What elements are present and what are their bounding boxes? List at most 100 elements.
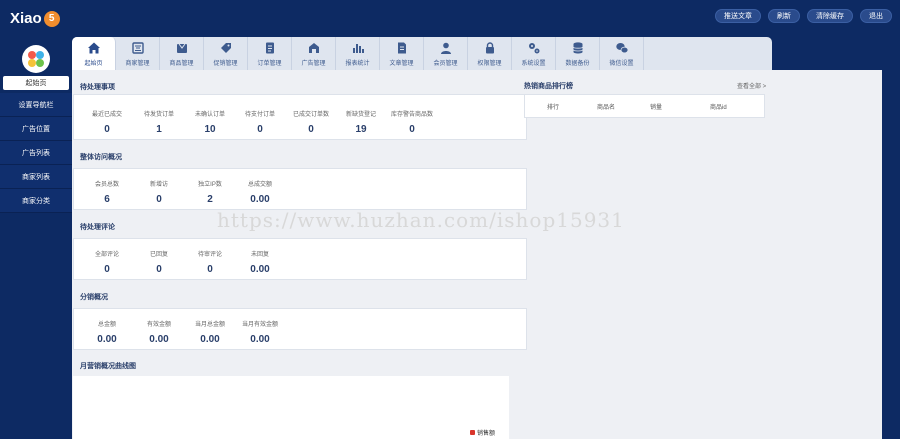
stat-item[interactable]: 会员总数 6 (82, 179, 132, 205)
avatar[interactable] (22, 45, 50, 73)
stat-item[interactable]: 库存警告商品数 0 (387, 109, 437, 135)
stat-item[interactable]: 待支付订单 0 (235, 109, 285, 135)
stat-item[interactable]: 未回复 0.00 (235, 249, 285, 275)
stat-item[interactable]: 当月有效金额 0.00 (235, 319, 285, 345)
stat-item[interactable]: 最近已成交 0 (82, 109, 132, 135)
order-icon (263, 41, 277, 55)
sidebar: 起始页 设置导航栏 广告位置 广告列表 商家列表 商家分类 (0, 36, 72, 439)
stat-value: 2 (207, 194, 213, 205)
stat-value: 0 (104, 264, 110, 275)
tab-ad[interactable]: 广告管理 (292, 37, 336, 70)
tab-report[interactable]: 报表统计 (336, 37, 380, 70)
stat-item[interactable]: 已回复 0 (134, 249, 184, 275)
tab-merchant[interactable]: 商家管理 (116, 37, 160, 70)
stat-value: 0 (308, 124, 314, 135)
stat-value: 0 (409, 124, 415, 135)
article-icon (395, 41, 409, 55)
sidebar-item-start[interactable]: 起始页 (3, 76, 69, 90)
main-content: 待处理事项 最近已成交 0 待发货订单 1 未确认订单 10 待支付订单 0 已成交订单… (72, 70, 882, 439)
chart-legend[interactable]: 销售额 (469, 428, 495, 437)
stat-label: 当月有效金额 (241, 322, 278, 328)
todo-title: 待处理事项 (80, 84, 115, 91)
stat-item[interactable]: 全部评论 0 (82, 249, 132, 275)
stat-value: 0 (207, 264, 213, 275)
tab-label: 商品管理 (169, 60, 194, 67)
side-menu: 起始页 设置导航栏 广告位置 广告列表 商家列表 商家分类 (0, 76, 72, 213)
clear-cache-button[interactable]: 清除缓存 (807, 9, 853, 23)
sidebar-item-ad-list[interactable]: 广告列表 (0, 141, 72, 165)
stat-value: 0 (257, 124, 263, 135)
tab-wechat[interactable]: 微信设置 (600, 37, 644, 70)
sidebar-item-ad-position[interactable]: 广告位置 (0, 117, 72, 141)
stat-label: 独立IP数 (198, 182, 222, 188)
stat-item[interactable]: 总成交额 0.00 (235, 179, 285, 205)
tab-goods[interactable]: 商品管理 (160, 37, 204, 70)
wechat-icon (615, 41, 629, 55)
right-edge (882, 70, 900, 439)
stat-item[interactable]: 总金额 0.00 (82, 319, 132, 345)
legend-label: 销售额 (476, 431, 495, 437)
tab-promotion[interactable]: 促销管理 (204, 37, 248, 70)
gear-icon (527, 41, 541, 55)
tab-backup[interactable]: 数据备份 (556, 37, 600, 70)
stat-item[interactable]: 有效金额 0.00 (134, 319, 184, 345)
logout-button[interactable]: 退出 (860, 9, 892, 23)
ranking-col-name: 商品名 (597, 104, 616, 111)
top-actions: 推送文章 刷新 清除缓存 退出 (715, 9, 892, 23)
tab-permission[interactable]: 权限管理 (468, 37, 512, 70)
stat-label: 有效金额 (146, 322, 171, 328)
ranking-table: 排行 商品名 销量 商品id (524, 94, 765, 118)
sidebar-item-nav-settings[interactable]: 设置导航栏 (0, 93, 72, 117)
trend-chart: 销售额 (73, 376, 509, 439)
stat-item[interactable]: 新缺货登记 19 (336, 109, 386, 135)
tab-label: 促销管理 (213, 60, 238, 67)
trend-title: 月营销概况曲线图 (80, 363, 136, 370)
sidebar-item-merchant-list[interactable]: 商家列表 (0, 165, 72, 189)
stat-item[interactable]: 已成交订单数 0 (286, 109, 336, 135)
stat-label: 待支付订单 (244, 112, 275, 118)
stat-label: 新增访 (149, 182, 168, 188)
stat-value: 19 (355, 124, 367, 135)
stat-value: 0.00 (250, 264, 270, 275)
ranking-more-link[interactable]: 查看全部 > (737, 81, 766, 90)
stat-item[interactable]: 独立IP数 2 (185, 179, 235, 205)
chart-icon (351, 41, 365, 55)
push-article-button[interactable]: 推送文章 (715, 9, 761, 23)
database-icon (571, 41, 585, 55)
lock-icon (483, 41, 497, 55)
stat-item[interactable]: 待发货订单 1 (134, 109, 184, 135)
ranking-title: 热销商品排行榜 (524, 83, 573, 90)
stat-label: 已回复 (149, 252, 168, 258)
stat-value: 0.00 (97, 334, 117, 345)
stat-label: 待发货订单 (143, 112, 174, 118)
stat-label: 最近已成交 (91, 112, 122, 118)
refresh-button[interactable]: 刷新 (768, 9, 800, 23)
sales-title: 分销概况 (80, 294, 108, 301)
tab-member[interactable]: 会员管理 (424, 37, 468, 70)
logo-text: Xiao (10, 10, 42, 27)
stat-item[interactable]: 当月总金额 0.00 (185, 319, 235, 345)
tab-article[interactable]: 文章管理 (380, 37, 424, 70)
logo: Xiao 5 (10, 10, 60, 27)
sidebar-item-merchant-category[interactable]: 商家分类 (0, 189, 72, 213)
shop-icon (131, 41, 145, 55)
tab-label: 起始页 (84, 60, 103, 67)
stat-label: 待审评论 (197, 252, 222, 258)
stat-item[interactable]: 新增访 0 (134, 179, 184, 205)
stat-label: 库存警告商品数 (390, 112, 433, 118)
tab-system[interactable]: 系统设置 (512, 37, 556, 70)
tab-label: 权限管理 (477, 60, 502, 67)
tab-label: 文章管理 (389, 60, 414, 67)
sales-card: 总金额 0.00 有效金额 0.00 当月总金额 0.00 当月有效金额 0.00 (73, 308, 527, 350)
tab-start[interactable]: 起始页 (72, 37, 116, 70)
legend-swatch (469, 430, 475, 435)
main-nav-tabs: 起始页 商家管理 商品管理 促销管理 订单管理 广告管理 报表统计 文章管理 会… (72, 37, 772, 70)
tab-order[interactable]: 订单管理 (248, 37, 292, 70)
stat-label: 当月总金额 (194, 322, 225, 328)
stat-value: 10 (204, 124, 216, 135)
watermark: https://www.huzhan.com/ishop15931 (217, 208, 625, 232)
stat-item[interactable]: 待审评论 0 (185, 249, 235, 275)
overview-card: 会员总数 6 新增访 0 独立IP数 2 总成交额 0.00 (73, 168, 527, 210)
flower-icon (27, 50, 45, 68)
stat-item[interactable]: 未确认订单 10 (185, 109, 235, 135)
